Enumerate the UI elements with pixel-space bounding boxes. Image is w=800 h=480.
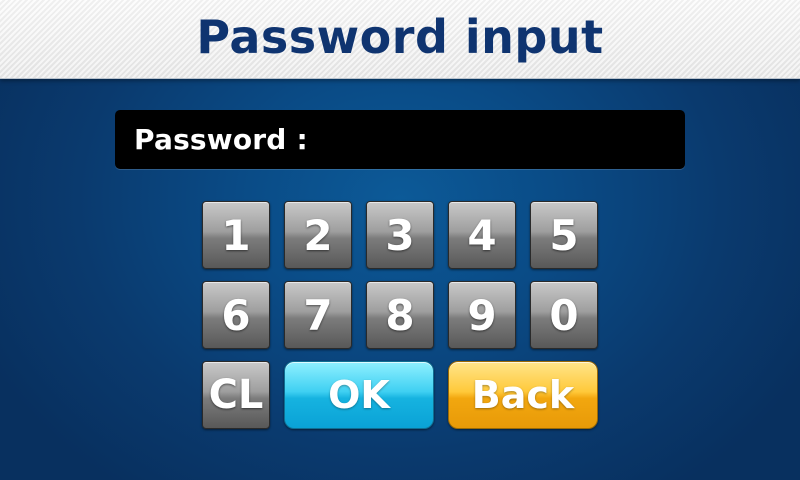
key-5[interactable]: 5 — [530, 201, 598, 269]
key-9[interactable]: 9 — [448, 281, 516, 349]
key-1[interactable]: 1 — [202, 201, 270, 269]
key-7[interactable]: 7 — [284, 281, 352, 349]
clear-button[interactable]: CL — [202, 361, 270, 429]
key-4[interactable]: 4 — [448, 201, 516, 269]
key-2[interactable]: 2 — [284, 201, 352, 269]
password-field[interactable]: Password : — [115, 110, 685, 169]
password-screen: Password input Password : 1 2 3 4 5 6 7 … — [0, 0, 800, 480]
key-3[interactable]: 3 — [366, 201, 434, 269]
ok-button[interactable]: OK — [284, 361, 434, 429]
back-button[interactable]: Back — [448, 361, 598, 429]
header-bar: Password input — [0, 0, 800, 79]
key-6[interactable]: 6 — [202, 281, 270, 349]
key-0[interactable]: 0 — [530, 281, 598, 349]
key-8[interactable]: 8 — [366, 281, 434, 349]
password-label: Password : — [134, 123, 308, 156]
page-title: Password input — [196, 10, 604, 64]
